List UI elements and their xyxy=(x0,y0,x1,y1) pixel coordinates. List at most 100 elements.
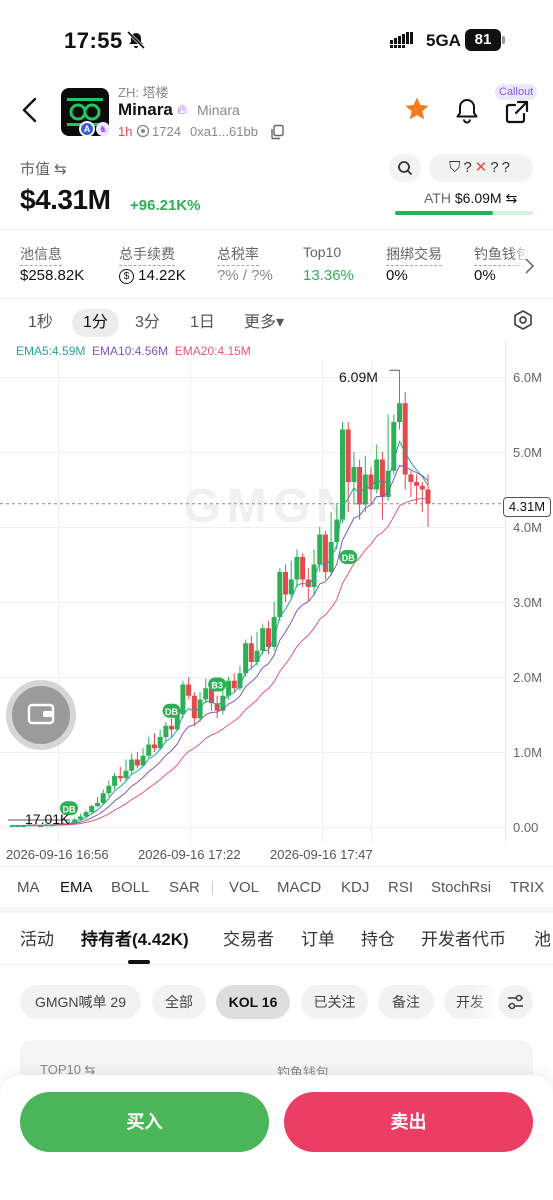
stat-top10-value: 13.36% xyxy=(303,267,354,284)
risk-fail-icon: ✕ xyxy=(474,159,491,176)
indicator-ema[interactable]: EMA xyxy=(60,879,93,896)
candle-body xyxy=(345,429,351,482)
y-tick: 0.00 xyxy=(513,820,539,835)
indicator-boll[interactable]: BOLL xyxy=(111,879,149,896)
share-icon[interactable] xyxy=(504,99,530,125)
indicator-vol[interactable]: VOL xyxy=(229,879,259,896)
chart-settings-icon[interactable] xyxy=(512,309,534,331)
indicator-trix[interactable]: TRIX xyxy=(510,879,544,896)
callout-badge[interactable]: Callout xyxy=(495,84,538,100)
chip-notes[interactable]: 备注 xyxy=(378,985,434,1019)
candle-body xyxy=(357,467,363,505)
battery-icon: 81 xyxy=(465,29,501,51)
candle-body xyxy=(123,770,129,779)
y-tick: 4.0M xyxy=(513,520,542,535)
indicator-kdj[interactable]: KDJ xyxy=(341,879,369,896)
back-arrow-icon[interactable] xyxy=(18,96,42,124)
candle-body xyxy=(180,684,186,715)
risk-indicators[interactable]: ⛉?✕?? xyxy=(429,154,533,182)
tab-pool[interactable]: 池 xyxy=(534,925,553,950)
market-cap-label[interactable]: 市值 ⇆ xyxy=(20,158,67,179)
timeframe-1d[interactable]: 1日 xyxy=(182,309,223,337)
candle-body xyxy=(94,803,100,806)
stat-bundle-label[interactable]: 捆绑交易 xyxy=(386,244,442,266)
timeframe-1s[interactable]: 1秒 xyxy=(20,309,61,337)
stat-pool-label[interactable]: 池信息 xyxy=(20,244,62,266)
stat-fees-label[interactable]: 总手续费 xyxy=(119,244,175,266)
y-tick: 5.0M xyxy=(513,445,542,460)
stat-top10-label[interactable]: Top10 xyxy=(303,244,341,261)
clock: 17:55 xyxy=(64,28,123,53)
timeframe-3m[interactable]: 3分 xyxy=(127,309,168,337)
tab-activity[interactable]: 活动 xyxy=(20,925,54,950)
timeframe-1m[interactable]: 1分 xyxy=(72,309,119,337)
status-bar: 17:55 5GA 81 xyxy=(0,0,553,80)
risk-unknown-3: ? xyxy=(501,159,513,176)
chip-gmgn-calls[interactable]: GMGN喊单 29 xyxy=(20,985,141,1019)
candle-body xyxy=(402,403,408,475)
divider xyxy=(0,866,553,867)
candle-body xyxy=(414,482,420,486)
risk-unknown-1: ? xyxy=(463,159,475,176)
stat-fees-number: 14.22K xyxy=(138,267,186,284)
battery-cap xyxy=(502,36,505,44)
candle-body xyxy=(186,684,192,696)
candle-body xyxy=(163,725,169,737)
bell-icon[interactable] xyxy=(454,97,480,125)
candle-body xyxy=(89,806,95,812)
candle-body xyxy=(191,695,197,719)
filter-button[interactable] xyxy=(498,985,533,1019)
indicator-stochrsi[interactable]: StochRsi xyxy=(431,879,491,896)
indicator-macd[interactable]: MACD xyxy=(277,879,321,896)
contract-address[interactable]: 0xa1...61bb xyxy=(190,124,258,139)
stat-tax-label[interactable]: 总税率 xyxy=(217,244,259,266)
flame-icon: 🔥︎ xyxy=(177,101,188,117)
trade-marker-label: DB xyxy=(165,707,178,717)
candle-body xyxy=(151,744,157,749)
candle-body xyxy=(379,459,385,497)
price-chart[interactable]: GMGNDBDBB3DB xyxy=(0,340,553,870)
floating-wallet-button[interactable] xyxy=(6,680,76,750)
indicator-rsi[interactable]: RSI xyxy=(388,879,413,896)
star-icon[interactable] xyxy=(403,95,431,123)
candle-body xyxy=(283,572,289,595)
candle-body xyxy=(248,643,254,662)
tab-holders[interactable]: 持有者(4.42K) xyxy=(81,925,189,950)
eye-icon xyxy=(136,124,150,138)
token-name: Minara xyxy=(118,100,173,119)
copy-icon[interactable] xyxy=(269,124,285,140)
tab-orders[interactable]: 订单 xyxy=(301,925,335,950)
candle-body xyxy=(243,643,249,674)
tab-dev-tokens[interactable]: 开发者代币 xyxy=(421,925,506,950)
x-tick: 2026-09-16 17:47 xyxy=(270,847,373,862)
ath-value: $6.09M ⇆ xyxy=(454,190,518,206)
timeframe-more[interactable]: 更多▾ xyxy=(236,309,292,337)
market-cap-value: $4.31M xyxy=(20,184,111,215)
bell-off-icon xyxy=(126,30,146,50)
ath-label: ATH xyxy=(424,190,451,206)
indicator-sar[interactable]: SAR xyxy=(169,879,200,896)
trade-marker-label: DB xyxy=(342,553,355,563)
chip-following[interactable]: 已关注 xyxy=(301,985,368,1019)
unicorn-badge-icon: ♞ xyxy=(96,122,110,136)
risk-unknown-2: ? xyxy=(490,159,502,176)
stat-bundle-value: 0% xyxy=(386,267,408,284)
chip-all[interactable]: 全部 xyxy=(152,985,206,1019)
chain-badge-icon: A xyxy=(79,121,95,137)
candle-body xyxy=(374,459,380,490)
chevron-right-icon[interactable] xyxy=(523,257,535,275)
tab-positions[interactable]: 持仓 xyxy=(361,925,395,950)
candle-body xyxy=(311,564,317,587)
chip-kol[interactable]: KOL 16 xyxy=(216,985,290,1019)
indicator-ma[interactable]: MA xyxy=(17,879,40,896)
search-button[interactable] xyxy=(389,154,421,182)
stat-fees-value: $ 14.22K xyxy=(119,267,186,284)
ema20-line xyxy=(12,497,429,826)
candle-body xyxy=(391,422,397,471)
dollar-coin-icon: $ xyxy=(119,269,134,284)
tab-traders[interactable]: 交易者 xyxy=(223,925,274,950)
sell-button[interactable]: 卖出 xyxy=(284,1092,533,1152)
buy-button[interactable]: 买入 xyxy=(20,1092,269,1152)
candle-body xyxy=(351,467,357,482)
ath-row[interactable]: ATH $6.09M ⇆ xyxy=(424,190,517,207)
